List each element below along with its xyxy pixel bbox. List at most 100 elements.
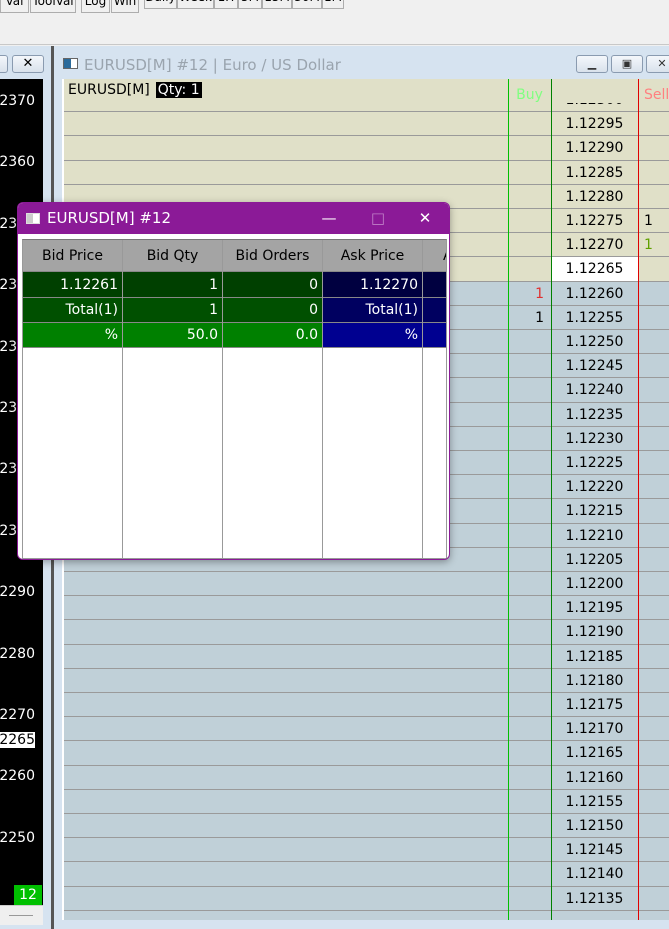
toolbar-button-log[interactable]: Log (81, 0, 110, 13)
sell-qty[interactable]: 1 (644, 233, 653, 257)
table-cell[interactable]: 1 (123, 298, 222, 323)
ladder-row[interactable]: 1.12290 (64, 136, 669, 161)
ladder-price: 1.12220 (565, 479, 624, 496)
chart-scrollbar[interactable] (0, 905, 43, 925)
popup-title-bar[interactable]: EURUSD[M] #12 — □ ✕ (18, 203, 449, 234)
ladder-row[interactable]: 1.12140 (64, 862, 669, 887)
ladder-price: 1.12145 (565, 842, 624, 859)
ladder-price: 1.12280 (565, 188, 624, 205)
column-header[interactable]: Bid Qty (123, 240, 222, 272)
toolbar-button-val[interactable]: Val (0, 0, 29, 13)
ladder-row[interactable]: 1.12195 (64, 596, 669, 621)
qty-label[interactable]: Qty: 1 (155, 82, 202, 98)
buy-qty[interactable]: 1 (508, 282, 544, 306)
ladder-price: 1.12185 (565, 648, 624, 665)
table-cell[interactable]: 1 (123, 272, 222, 298)
ladder-price: 1.12135 (565, 890, 624, 907)
table-cell[interactable] (423, 298, 446, 323)
bar-count-badge: 12 (14, 885, 42, 905)
close-button[interactable]: ✕ (646, 55, 669, 73)
ladder-price: 1.12210 (565, 527, 624, 544)
column-header[interactable]: Bid Price (23, 240, 122, 272)
table-column: Bid Qty 1 1 50.0 (123, 240, 223, 558)
table-cell[interactable]: 0 (223, 272, 322, 298)
column-header[interactable]: Bid Orders (223, 240, 322, 272)
ladder-price: 1.12215 (565, 503, 624, 520)
table-cell[interactable]: % (323, 323, 422, 348)
sell-qty[interactable]: 1 (644, 209, 653, 233)
ladder-price: 1.12235 (565, 406, 624, 423)
table-cell[interactable]: 1.12270 (323, 272, 422, 298)
table-column: Bid Price 1.12261 Total(1)% (23, 240, 123, 558)
table-cell[interactable]: 1.12261 (23, 272, 122, 298)
toolbar: ValToolVal LogWin DailyWeek1H5M15M30M1M (0, 0, 669, 45)
sell-header: Sell (644, 87, 669, 103)
minimize-button[interactable]: — (306, 203, 352, 234)
close-button[interactable]: ✕ (402, 203, 448, 234)
timeframe-button[interactable]: 1H (214, 0, 238, 9)
buy-header: Buy (516, 87, 543, 103)
ladder-row[interactable]: 1.12160 (64, 766, 669, 790)
current-price-label: 2265 (0, 732, 35, 748)
toolbar-button-toolval[interactable]: ToolVal (30, 0, 76, 13)
table-cell[interactable]: 0.0 (223, 323, 322, 348)
ladder-row[interactable]: 1.12200 (64, 572, 669, 597)
ladder-row[interactable]: 1.12145 (64, 838, 669, 863)
timeframe-button[interactable]: Daily (144, 0, 177, 9)
ladder-row[interactable]: 1.12285 (64, 160, 669, 185)
ladder-row[interactable]: 1.12165 (64, 741, 669, 766)
ladder-row[interactable]: 1.12150 (64, 814, 669, 839)
timeframe-button[interactable]: Week (177, 0, 214, 9)
table-cell[interactable]: % (23, 323, 122, 348)
table-cell[interactable] (423, 272, 446, 298)
ladder-price: 1.12290 (565, 140, 624, 157)
price-axis-label: 2280 (0, 645, 35, 662)
ladder-price: 1.12240 (565, 382, 624, 399)
price-axis-label: 2250 (0, 829, 35, 846)
ladder-price: 1.12265 (551, 257, 638, 282)
ladder-price: 1.12155 (565, 793, 624, 810)
timeframe-button[interactable]: 5M (238, 0, 262, 9)
ladder-row[interactable]: 1.12190 (64, 620, 669, 645)
ladder-price: 1.12160 (565, 769, 624, 786)
ladder-price: 1.12190 (565, 624, 624, 641)
buy-qty[interactable]: 1 (508, 306, 544, 330)
ladder-row[interactable]: 1.12180 (64, 669, 669, 693)
depth-table: Bid Price 1.12261 Total(1)% Bid Qty 1 1 50.0 Bi… (22, 239, 447, 559)
table-column: Bid Orders 0 0 0.0 (223, 240, 323, 558)
table-cell[interactable] (423, 323, 446, 348)
price-column-divider (551, 79, 552, 920)
column-header[interactable]: Ask Price (323, 240, 422, 272)
dom-popup-window: EURUSD[M] #12 — □ ✕ Bid Price 1.12261 Tota… (17, 202, 450, 560)
table-cell[interactable]: Total(1) (23, 298, 122, 323)
symbol-label: EURUSD[M] (68, 82, 150, 98)
maximize-button[interactable]: □ (355, 203, 401, 234)
buy-column-divider (508, 79, 509, 920)
table-column: Ask Price 1.12270 Total(1)% (323, 240, 423, 558)
column-header[interactable]: A (423, 240, 446, 272)
timeframe-button[interactable]: 1M (322, 0, 344, 9)
toolbar-button-win[interactable]: Win (111, 0, 139, 13)
timeframe-button[interactable]: 15M (262, 0, 292, 9)
timeframe-button[interactable]: 30M (292, 0, 322, 9)
ladder-price: 1.12165 (565, 745, 624, 762)
close-icon[interactable]: ✕ (12, 55, 44, 73)
ladder-row[interactable]: 1.12135 (64, 887, 669, 911)
maximize-button[interactable]: ▣ (611, 55, 643, 73)
ladder-row[interactable]: 1.12185 (64, 645, 669, 669)
table-cell[interactable]: 50.0 (123, 323, 222, 348)
minimize-button[interactable]: ▁ (576, 55, 608, 73)
ladder-price: 1.12150 (565, 818, 624, 834)
ladder-header: EURUSD[M] Qty: 1 Buy Sell (64, 79, 669, 103)
ladder-price: 1.12245 (565, 358, 624, 375)
table-cell[interactable]: Total(1) (323, 298, 422, 323)
ladder-price: 1.12295 (565, 116, 624, 133)
ladder-row[interactable]: 1.12155 (64, 790, 669, 814)
ladder-row[interactable]: 1.12175 (64, 693, 669, 718)
ladder-row[interactable]: 1.12170 (64, 717, 669, 742)
table-cell[interactable]: 0 (223, 298, 322, 323)
left-window-button[interactable] (0, 55, 8, 73)
ladder-row[interactable]: 1.12295 (64, 112, 669, 137)
ladder-price: 1.12200 (565, 576, 624, 592)
ladder-price: 1.12225 (565, 455, 624, 471)
